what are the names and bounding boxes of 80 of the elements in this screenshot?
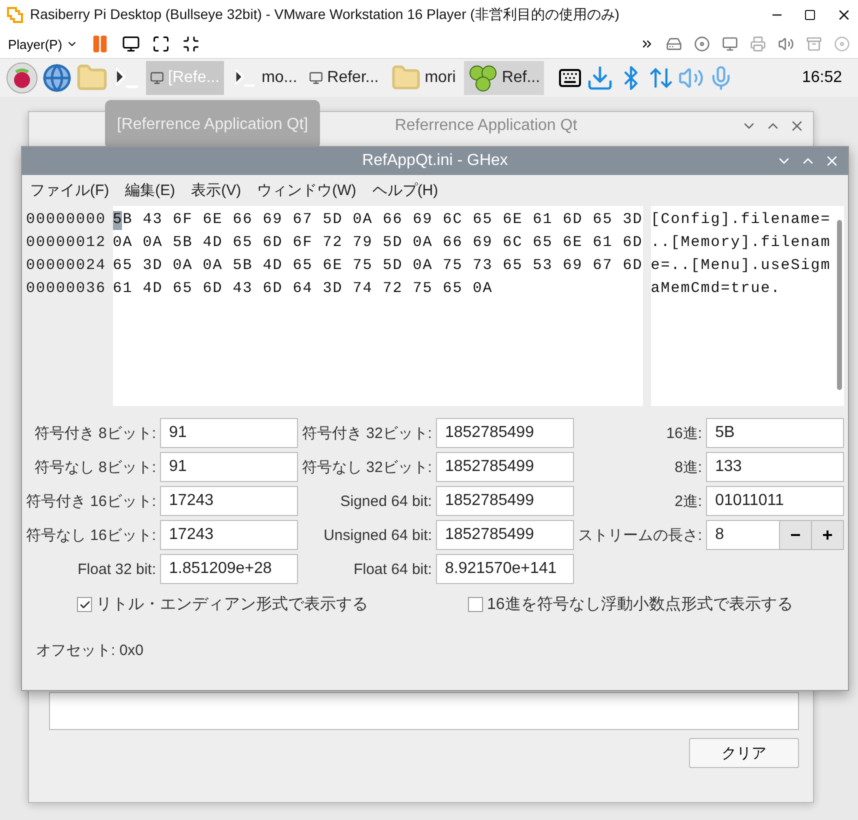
field-label: 符号なし 8ビット: <box>33 458 156 476</box>
value-field[interactable]: 1852785499 <box>436 418 574 448</box>
value-field[interactable]: 17243 <box>160 486 298 516</box>
text-area[interactable] <box>49 692 799 730</box>
window-title: RefAppQt.ini - GHex <box>362 152 508 170</box>
checkbox[interactable] <box>468 597 483 612</box>
value-field[interactable]: 91 <box>160 418 298 448</box>
menu-item[interactable]: ヘルプ(H) <box>372 181 438 200</box>
hex-pane[interactable]: 5B 43 6F 6E 66 69 67 5D 0A 66 69 6C 65 6E 61 6D 65 3D 0A 0A 5B 4D 65 6D 6F 72 79 5D 0A 66 69 6C 65 6E 61 6D 65 3D 0A 0A 5B 4D 65 6E 75 5D 0A 75 73 65 53 69 67 6D 61 4D 65 6D 43 6D 64 3D 74 72 75 65 0A <box>112 206 643 406</box>
scrollbar-thumb[interactable] <box>836 220 842 390</box>
globe-icon[interactable] <box>42 63 72 93</box>
field-label: 符号付き 16ビット: <box>26 492 156 510</box>
maximize-icon[interactable] <box>804 9 816 21</box>
raspberry-icon[interactable] <box>6 62 38 94</box>
taskbar-task[interactable]: mo... <box>228 61 302 95</box>
length-field[interactable]: 8 <box>706 520 780 550</box>
window-title: Rasiberry Pi Desktop (Bullseye 32bit) - VMware Workstation 16 Player (非営利目的の使用のみ) <box>30 6 620 24</box>
offset-label: 00000036 <box>26 279 108 299</box>
hard-drive-icon[interactable] <box>666 36 682 52</box>
menu-item[interactable]: 編集(E) <box>125 181 176 200</box>
ascii-pane[interactable]: [Config].filename= ..[Memory].filenam e=..[Menu].useSigm aMemCmd=true. <box>650 206 834 406</box>
vmware-logo-icon <box>6 6 24 24</box>
field-label: ストリームの長さ: <box>578 526 702 544</box>
value-field[interactable]: 91 <box>160 452 298 482</box>
ascii-line: ..[Memory].filenam <box>650 233 832 253</box>
ascii-line: aMemCmd=true. <box>650 279 782 299</box>
clock: 16:52 <box>802 69 843 87</box>
checkbox[interactable] <box>77 597 92 612</box>
clear-button[interactable]: クリア <box>689 738 799 768</box>
field-label: 符号付き 8ビット: <box>33 424 156 442</box>
field-label: Unsigned 64 bit: <box>322 526 432 544</box>
keyboard-icon[interactable] <box>558 66 582 90</box>
disc-icon[interactable] <box>694 36 710 52</box>
player-menu[interactable]: Player(P) <box>8 36 78 52</box>
field-label: 符号なし 32ビット: <box>302 458 432 476</box>
field-label: Signed 64 bit: <box>339 492 432 510</box>
ascii-line: e=..[Menu].useSigm <box>650 256 832 276</box>
taskbar-task[interactable]: Refer... <box>305 61 383 95</box>
menu-item[interactable]: ファイル(F) <box>30 181 110 200</box>
taskbar-task[interactable]: Ref... <box>464 61 544 95</box>
field-label: 符号なし 16ビット: <box>26 526 156 544</box>
value-field[interactable]: 133 <box>706 452 844 482</box>
tooltip: [Referrence Application Qt] <box>105 100 320 149</box>
value-field[interactable]: 1852785499 <box>436 486 574 516</box>
printer-icon[interactable] <box>750 36 766 52</box>
hex-line: 0A 0A 5B 4D 65 6D 6F 72 79 5D 0A 66 69 6C 65 6E 61 6D <box>112 233 643 253</box>
field-label: 8進: <box>674 458 702 476</box>
spin-button[interactable]: − <box>780 520 812 550</box>
taskbar-task[interactable]: mori <box>386 61 460 95</box>
offset-label: 00000012 <box>26 233 108 253</box>
field-label: 2進: <box>674 492 702 510</box>
value-field[interactable]: 5B <box>706 418 844 448</box>
sound-icon[interactable] <box>778 36 794 52</box>
hexagons-icon <box>468 64 498 92</box>
spin-button[interactable]: + <box>812 520 844 550</box>
hex-line: 65 3D 0A 0A 5B 4D 65 6E 75 5D 0A 75 73 65 53 69 67 6D <box>112 256 643 276</box>
window-title: Referrence Application Qt <box>394 117 578 135</box>
value-field[interactable]: 17243 <box>160 520 298 550</box>
ascii-line: [Config].filename= <box>650 210 832 230</box>
value-field[interactable]: 8.921570e+141 <box>436 554 574 584</box>
archive-icon[interactable] <box>806 36 822 52</box>
status-text: オフセット: 0x0 <box>35 641 145 660</box>
field-label: 16進: <box>665 424 702 442</box>
value-field[interactable]: 1.851209e+28 <box>160 554 298 584</box>
field-label: Float 64 bit: <box>352 560 432 578</box>
field-label: 符号付き 32ビット: <box>302 424 432 442</box>
offset-label: 00000000 <box>26 210 108 230</box>
value-field[interactable]: 1852785499 <box>436 520 574 550</box>
menu-item[interactable]: 表示(V) <box>191 181 242 200</box>
hex-line: 61 4D 65 6D 43 6D 64 3D 74 72 75 65 0A <box>112 279 494 299</box>
fullscreen-icon[interactable] <box>152 35 170 53</box>
value-field[interactable]: 01011011 <box>706 486 844 516</box>
value-field[interactable]: 1852785499 <box>436 452 574 482</box>
menu-item[interactable]: ウィンドウ(W) <box>257 181 356 200</box>
option-label: 16進を符号なし浮動小数点形式で表示する <box>487 594 793 615</box>
offset-label: 00000024 <box>26 256 108 276</box>
option-label: リトル・エンディアン形式で表示する <box>96 594 368 615</box>
field-label: Float 32 bit: <box>76 560 156 578</box>
window-icon <box>309 71 324 85</box>
window-icon <box>150 71 164 85</box>
